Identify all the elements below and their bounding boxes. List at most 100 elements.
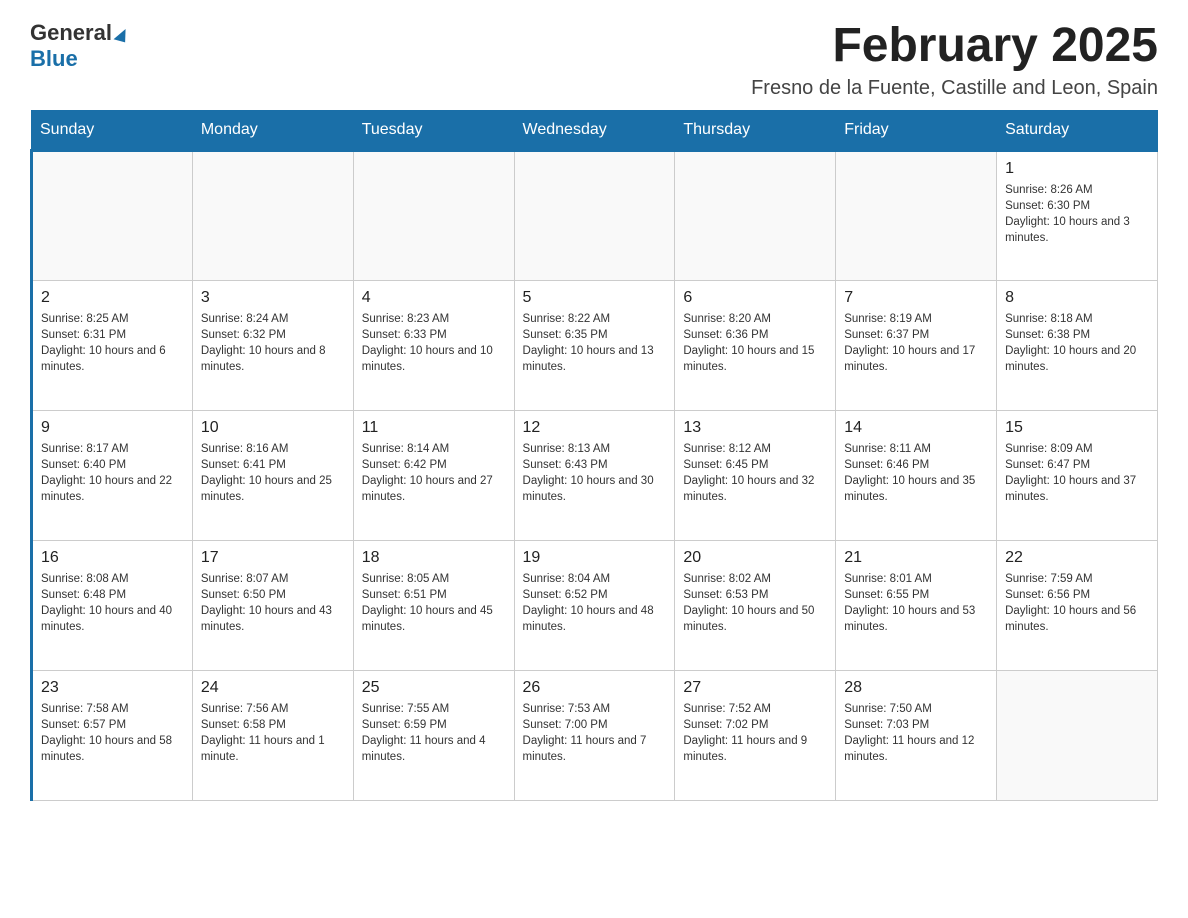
logo-general: General	[30, 20, 127, 46]
day-number: 16	[41, 549, 184, 567]
day-info: Sunrise: 7:53 AMSunset: 7:00 PMDaylight:…	[523, 701, 667, 765]
logo-arrow-shape	[113, 26, 128, 42]
calendar-subtitle: Fresno de la Fuente, Castille and Leon, …	[751, 77, 1158, 100]
day-info: Sunrise: 7:52 AMSunset: 7:02 PMDaylight:…	[683, 701, 827, 765]
calendar-day-cell: 26 Sunrise: 7:53 AMSunset: 7:00 PMDayligh…	[514, 670, 675, 800]
day-number: 8	[1005, 289, 1149, 307]
day-number: 26	[523, 679, 667, 697]
header-row: Sunday Monday Tuesday Wednesday Thursday…	[32, 110, 1158, 150]
col-wednesday: Wednesday	[514, 110, 675, 150]
day-info: Sunrise: 8:17 AMSunset: 6:40 PMDaylight:…	[41, 441, 184, 505]
day-number: 24	[201, 679, 345, 697]
calendar-day-cell: 25Sunrise: 7:55 AMSunset: 6:59 PMDayligh…	[353, 670, 514, 800]
col-tuesday: Tuesday	[353, 110, 514, 150]
day-info: Sunrise: 8:18 AMSunset: 6:38 PMDaylight:…	[1005, 311, 1149, 375]
calendar-day-cell: 18 Sunrise: 8:05 AMSunset: 6:51 PMDayligh…	[353, 540, 514, 670]
calendar-day-cell	[514, 150, 675, 280]
day-number: 14	[844, 419, 988, 437]
day-number: 27	[683, 679, 827, 697]
day-number: 12	[523, 419, 667, 437]
day-number: 15	[1005, 419, 1149, 437]
day-info: Sunrise: 8:11 AMSunset: 6:46 PMDaylight:…	[844, 441, 988, 505]
day-number: 6	[683, 289, 827, 307]
col-friday: Friday	[836, 110, 997, 150]
calendar-day-cell: 16Sunrise: 8:08 AMSunset: 6:48 PMDayligh…	[32, 540, 193, 670]
calendar-day-cell	[997, 670, 1158, 800]
col-sunday: Sunday	[32, 110, 193, 150]
day-number: 1	[1005, 160, 1149, 178]
calendar-day-cell: 5 Sunrise: 8:22 AMSunset: 6:35 PMDaylight…	[514, 280, 675, 410]
calendar-week-row: 23Sunrise: 7:58 AMSunset: 6:57 PMDayligh…	[32, 670, 1158, 800]
day-info: Sunrise: 8:12 AMSunset: 6:45 PMDaylight:…	[683, 441, 827, 505]
calendar-day-cell: 21 Sunrise: 8:01 AMSunset: 6:55 PMDayligh…	[836, 540, 997, 670]
day-info: Sunrise: 8:25 AMSunset: 6:31 PMDaylight:…	[41, 311, 184, 375]
calendar-title: February 2025	[751, 20, 1158, 73]
day-number: 11	[362, 419, 506, 437]
day-number: 3	[201, 289, 345, 307]
calendar-day-cell: 1 Sunrise: 8:26 AMSunset: 6:30 PMDaylight…	[997, 150, 1158, 280]
calendar-day-cell: 12Sunrise: 8:13 AMSunset: 6:43 PMDayligh…	[514, 410, 675, 540]
calendar-day-cell: 23Sunrise: 7:58 AMSunset: 6:57 PMDayligh…	[32, 670, 193, 800]
calendar-day-cell: 4 Sunrise: 8:23 AMSunset: 6:33 PMDaylight…	[353, 280, 514, 410]
day-info: Sunrise: 8:04 AMSunset: 6:52 PMDaylight:…	[523, 571, 667, 635]
day-number: 17	[201, 549, 345, 567]
day-number: 7	[844, 289, 988, 307]
calendar-day-cell	[353, 150, 514, 280]
logo: General Blue	[30, 20, 127, 72]
calendar-day-cell: 24 Sunrise: 7:56 AMSunset: 6:58 PMDayligh…	[192, 670, 353, 800]
day-number: 28	[844, 679, 988, 697]
day-number: 4	[362, 289, 506, 307]
calendar-day-cell: 22 Sunrise: 7:59 AMSunset: 6:56 PMDayligh…	[997, 540, 1158, 670]
calendar-day-cell: 28 Sunrise: 7:50 AMSunset: 7:03 PMDayligh…	[836, 670, 997, 800]
calendar-day-cell: 6 Sunrise: 8:20 AMSunset: 6:36 PMDaylight…	[675, 280, 836, 410]
day-number: 22	[1005, 549, 1149, 567]
calendar-day-cell: 3 Sunrise: 8:24 AMSunset: 6:32 PMDaylight…	[192, 280, 353, 410]
day-number: 5	[523, 289, 667, 307]
calendar-day-cell: 19 Sunrise: 8:04 AMSunset: 6:52 PMDayligh…	[514, 540, 675, 670]
day-number: 18	[362, 549, 506, 567]
day-number: 21	[844, 549, 988, 567]
col-saturday: Saturday	[997, 110, 1158, 150]
day-info: Sunrise: 8:22 AMSunset: 6:35 PMDaylight:…	[523, 311, 667, 375]
logo-blue: Blue	[30, 46, 78, 71]
day-info: Sunrise: 8:26 AMSunset: 6:30 PMDaylight:…	[1005, 182, 1149, 246]
calendar-day-cell	[192, 150, 353, 280]
page-header: General Blue February 2025 Fresno de la …	[30, 20, 1158, 100]
calendar-day-cell: 10 Sunrise: 8:16 AMSunset: 6:41 PMDayligh…	[192, 410, 353, 540]
day-info: Sunrise: 7:50 AMSunset: 7:03 PMDaylight:…	[844, 701, 988, 765]
day-info: Sunrise: 8:24 AMSunset: 6:32 PMDaylight:…	[201, 311, 345, 375]
day-info: Sunrise: 8:01 AMSunset: 6:55 PMDaylight:…	[844, 571, 988, 635]
calendar-week-row: 2 Sunrise: 8:25 AMSunset: 6:31 PMDaylight…	[32, 280, 1158, 410]
calendar-week-row: 1 Sunrise: 8:26 AMSunset: 6:30 PMDaylight…	[32, 150, 1158, 280]
day-number: 10	[201, 419, 345, 437]
day-number: 19	[523, 549, 667, 567]
day-info: Sunrise: 8:02 AMSunset: 6:53 PMDaylight:…	[683, 571, 827, 635]
day-number: 13	[683, 419, 827, 437]
day-info: Sunrise: 8:16 AMSunset: 6:41 PMDaylight:…	[201, 441, 345, 505]
calendar-day-cell	[32, 150, 193, 280]
calendar-week-row: 16Sunrise: 8:08 AMSunset: 6:48 PMDayligh…	[32, 540, 1158, 670]
day-number: 9	[41, 419, 184, 437]
day-number: 2	[41, 289, 184, 307]
calendar-day-cell: 9 Sunrise: 8:17 AMSunset: 6:40 PMDaylight…	[32, 410, 193, 540]
day-info: Sunrise: 8:05 AMSunset: 6:51 PMDaylight:…	[362, 571, 506, 635]
day-number: 20	[683, 549, 827, 567]
calendar-table: Sunday Monday Tuesday Wednesday Thursday…	[30, 110, 1158, 801]
calendar-header: Sunday Monday Tuesday Wednesday Thursday…	[32, 110, 1158, 150]
calendar-day-cell: 20 Sunrise: 8:02 AMSunset: 6:53 PMDayligh…	[675, 540, 836, 670]
day-info: Sunrise: 8:20 AMSunset: 6:36 PMDaylight:…	[683, 311, 827, 375]
day-info: Sunrise: 7:56 AMSunset: 6:58 PMDaylight:…	[201, 701, 345, 765]
day-info: Sunrise: 8:19 AMSunset: 6:37 PMDaylight:…	[844, 311, 988, 375]
col-thursday: Thursday	[675, 110, 836, 150]
title-section: February 2025 Fresno de la Fuente, Casti…	[751, 20, 1158, 100]
calendar-day-cell: 11 Sunrise: 8:14 AMSunset: 6:42 PMDayligh…	[353, 410, 514, 540]
calendar-day-cell	[675, 150, 836, 280]
calendar-day-cell: 13 Sunrise: 8:12 AMSunset: 6:45 PMDayligh…	[675, 410, 836, 540]
day-info: Sunrise: 8:23 AMSunset: 6:33 PMDaylight:…	[362, 311, 506, 375]
day-info: Sunrise: 8:07 AMSunset: 6:50 PMDaylight:…	[201, 571, 345, 635]
day-info: Sunrise: 7:59 AMSunset: 6:56 PMDaylight:…	[1005, 571, 1149, 635]
day-info: Sunrise: 8:14 AMSunset: 6:42 PMDaylight:…	[362, 441, 506, 505]
calendar-day-cell: 8 Sunrise: 8:18 AMSunset: 6:38 PMDaylight…	[997, 280, 1158, 410]
day-number: 23	[41, 679, 184, 697]
day-info: Sunrise: 8:09 AMSunset: 6:47 PMDaylight:…	[1005, 441, 1149, 505]
